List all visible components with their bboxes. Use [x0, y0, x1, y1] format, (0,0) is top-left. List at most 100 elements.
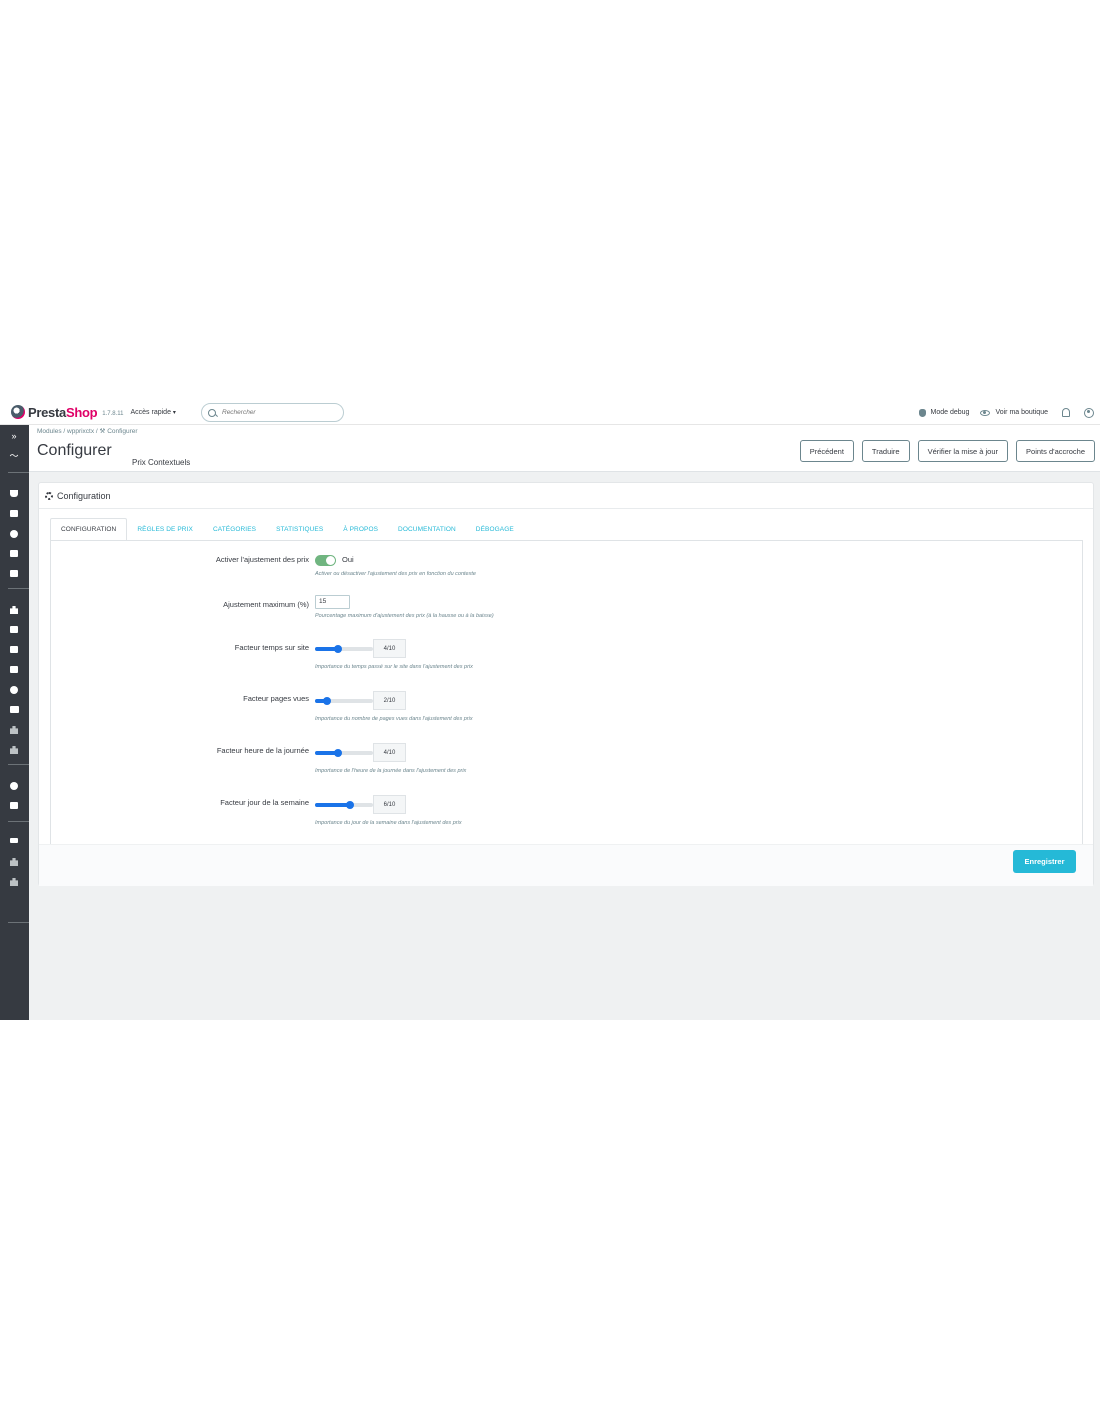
tab-price-rules[interactable]: RÈGLES DE PRIX	[127, 518, 203, 541]
tab-statistics[interactable]: STATISTIQUES	[266, 518, 333, 541]
slider-handle[interactable]	[345, 800, 354, 809]
shipping-icon[interactable]	[9, 646, 19, 654]
max-adjust-label: Ajustement maximum (%)	[223, 600, 309, 609]
top-header: PrestaShop 1.7.8.11 Accès rapide ▾ Mode …	[0, 400, 1100, 425]
hour-factor-help-text: Importance de l'heure de la journée dans…	[315, 768, 467, 774]
enable-help-text: Activer ou désactiver l'ajustement des p…	[315, 571, 476, 577]
tab-documentation[interactable]: DOCUMENTATION	[388, 518, 466, 541]
breadcrumb-current: Configurer	[107, 428, 138, 435]
design-icon[interactable]	[9, 626, 19, 634]
header-actions: Mode debug Voir ma boutique	[908, 400, 1094, 425]
version-label: 1.7.8.11	[102, 410, 124, 417]
module-icon[interactable]	[9, 746, 19, 754]
breadcrumb-modules[interactable]: Modules	[37, 428, 62, 435]
bug-icon	[918, 408, 926, 417]
settings-gear-icon[interactable]	[9, 782, 19, 790]
save-button[interactable]: Enregistrer	[1013, 850, 1076, 873]
day-factor-slider[interactable]	[315, 800, 373, 809]
page-header: Modules / wpprixctx / ⚒ Configurer Confi…	[29, 425, 1100, 472]
payment-icon[interactable]	[9, 666, 19, 674]
caret-down-icon: ▾	[172, 409, 176, 416]
time-factor-slider[interactable]	[315, 644, 373, 653]
dashboard-icon[interactable]: 〜	[9, 452, 19, 461]
brand-name: PrestaShop	[28, 404, 98, 420]
breadcrumb: Modules / wpprixctx / ⚒ Configurer	[37, 427, 138, 435]
catalog-icon[interactable]	[9, 510, 19, 518]
prestashop-logo[interactable]: PrestaShop	[11, 404, 98, 420]
hour-factor-slider[interactable]	[315, 748, 373, 757]
tab-categories[interactable]: CATÉGORIES	[203, 518, 266, 541]
toolbar: Précédent Traduire Vérifier la mise à jo…	[799, 440, 1095, 462]
hour-factor-value: 4/10	[373, 743, 406, 762]
tab-configuration[interactable]: CONFIGURATION	[50, 518, 128, 541]
marketing-icon[interactable]	[9, 706, 19, 714]
slider-handle[interactable]	[334, 748, 343, 757]
max-adjust-input[interactable]: 15	[315, 595, 350, 609]
time-factor-value: 4/10	[373, 639, 406, 658]
view-shop-link[interactable]: Voir ma boutique	[980, 409, 1048, 416]
module-icon[interactable]	[9, 858, 19, 866]
page-subtitle: Prix Contextuels	[132, 458, 191, 467]
search-input[interactable]	[222, 409, 332, 416]
slider-handle[interactable]	[334, 644, 343, 653]
international-icon[interactable]	[9, 686, 19, 694]
sidebar-divider	[8, 472, 29, 473]
panel-heading: Configuration	[39, 483, 1093, 509]
quick-access-dropdown[interactable]: Accès rapide ▾	[131, 409, 176, 416]
advanced-settings-icon[interactable]	[9, 802, 19, 810]
customers-icon[interactable]	[9, 530, 19, 538]
prestashop-logo-icon	[11, 405, 25, 419]
sliders-icon[interactable]	[9, 838, 19, 846]
breadcrumb-module[interactable]: wpprixctx	[67, 428, 94, 435]
breadcrumb-separator: /	[95, 428, 98, 435]
day-factor-value: 6/10	[373, 795, 406, 814]
search-box[interactable]	[201, 403, 344, 422]
tab-debug[interactable]: DÉBOGAGE	[466, 518, 524, 541]
enable-label: Activer l'ajustement des prix	[215, 555, 309, 564]
pages-factor-help-text: Importance du nombre de pages vues dans …	[315, 716, 473, 722]
translate-button[interactable]: Traduire	[861, 440, 910, 462]
sidebar: » 〜	[0, 425, 29, 1020]
panel-heading-title: Configuration	[57, 490, 111, 501]
orders-icon[interactable]	[9, 490, 19, 498]
page-title: Configurer	[37, 442, 112, 459]
bell-icon[interactable]	[1062, 408, 1070, 417]
sidebar-divider	[8, 821, 29, 822]
stats-icon[interactable]	[9, 570, 19, 578]
quick-access-label: Accès rapide	[130, 408, 171, 416]
modules-icon[interactable]	[9, 606, 19, 614]
pages-factor-label: Facteur pages vues	[243, 694, 309, 703]
pages-factor-slider[interactable]	[315, 696, 373, 705]
slider-fill	[315, 803, 350, 807]
sidebar-divider	[8, 588, 29, 589]
breadcrumb-separator: /	[63, 428, 66, 435]
debug-mode-link[interactable]: Mode debug	[918, 408, 970, 417]
module-icon[interactable]	[9, 878, 19, 886]
hooks-button[interactable]: Points d'accroche	[1016, 440, 1095, 462]
search-icon	[208, 408, 216, 417]
debug-mode-label: Mode debug	[930, 409, 970, 416]
user-account-icon[interactable]	[1084, 407, 1094, 418]
collapse-sidebar-icon[interactable]: »	[9, 432, 19, 441]
max-adjust-help-text: Pourcentage maximum d'ajustement des pri…	[315, 613, 494, 619]
app-window: PrestaShop 1.7.8.11 Accès rapide ▾ Mode …	[0, 400, 1100, 1020]
tab-bar: CONFIGURATION RÈGLES DE PRIX CATÉGORIES …	[50, 518, 524, 541]
sidebar-divider	[8, 922, 29, 923]
customer-service-icon[interactable]	[9, 550, 19, 558]
toggle-knob	[326, 556, 335, 565]
module-icon[interactable]	[9, 726, 19, 734]
eye-icon	[980, 409, 991, 416]
enable-toggle-switch[interactable]	[315, 555, 336, 566]
hour-factor-label: Facteur heure de la journée	[216, 746, 309, 755]
wrench-icon: ⚒	[99, 428, 106, 435]
day-factor-help-text: Importance du jour de la semaine dans l'…	[315, 820, 462, 826]
slider-handle[interactable]	[322, 696, 331, 705]
pages-factor-value: 2/10	[373, 691, 406, 710]
tab-about[interactable]: À PROPOS	[333, 518, 388, 541]
time-factor-help-text: Importance du temps passé sur le site da…	[315, 664, 473, 670]
tab-content: Activer l'ajustement des prix Oui Active…	[50, 540, 1083, 844]
back-button[interactable]: Précédent	[799, 440, 854, 462]
cogs-icon	[45, 491, 53, 500]
panel-footer: Enregistrer	[39, 844, 1093, 886]
check-update-button[interactable]: Vérifier la mise à jour	[917, 440, 1009, 462]
